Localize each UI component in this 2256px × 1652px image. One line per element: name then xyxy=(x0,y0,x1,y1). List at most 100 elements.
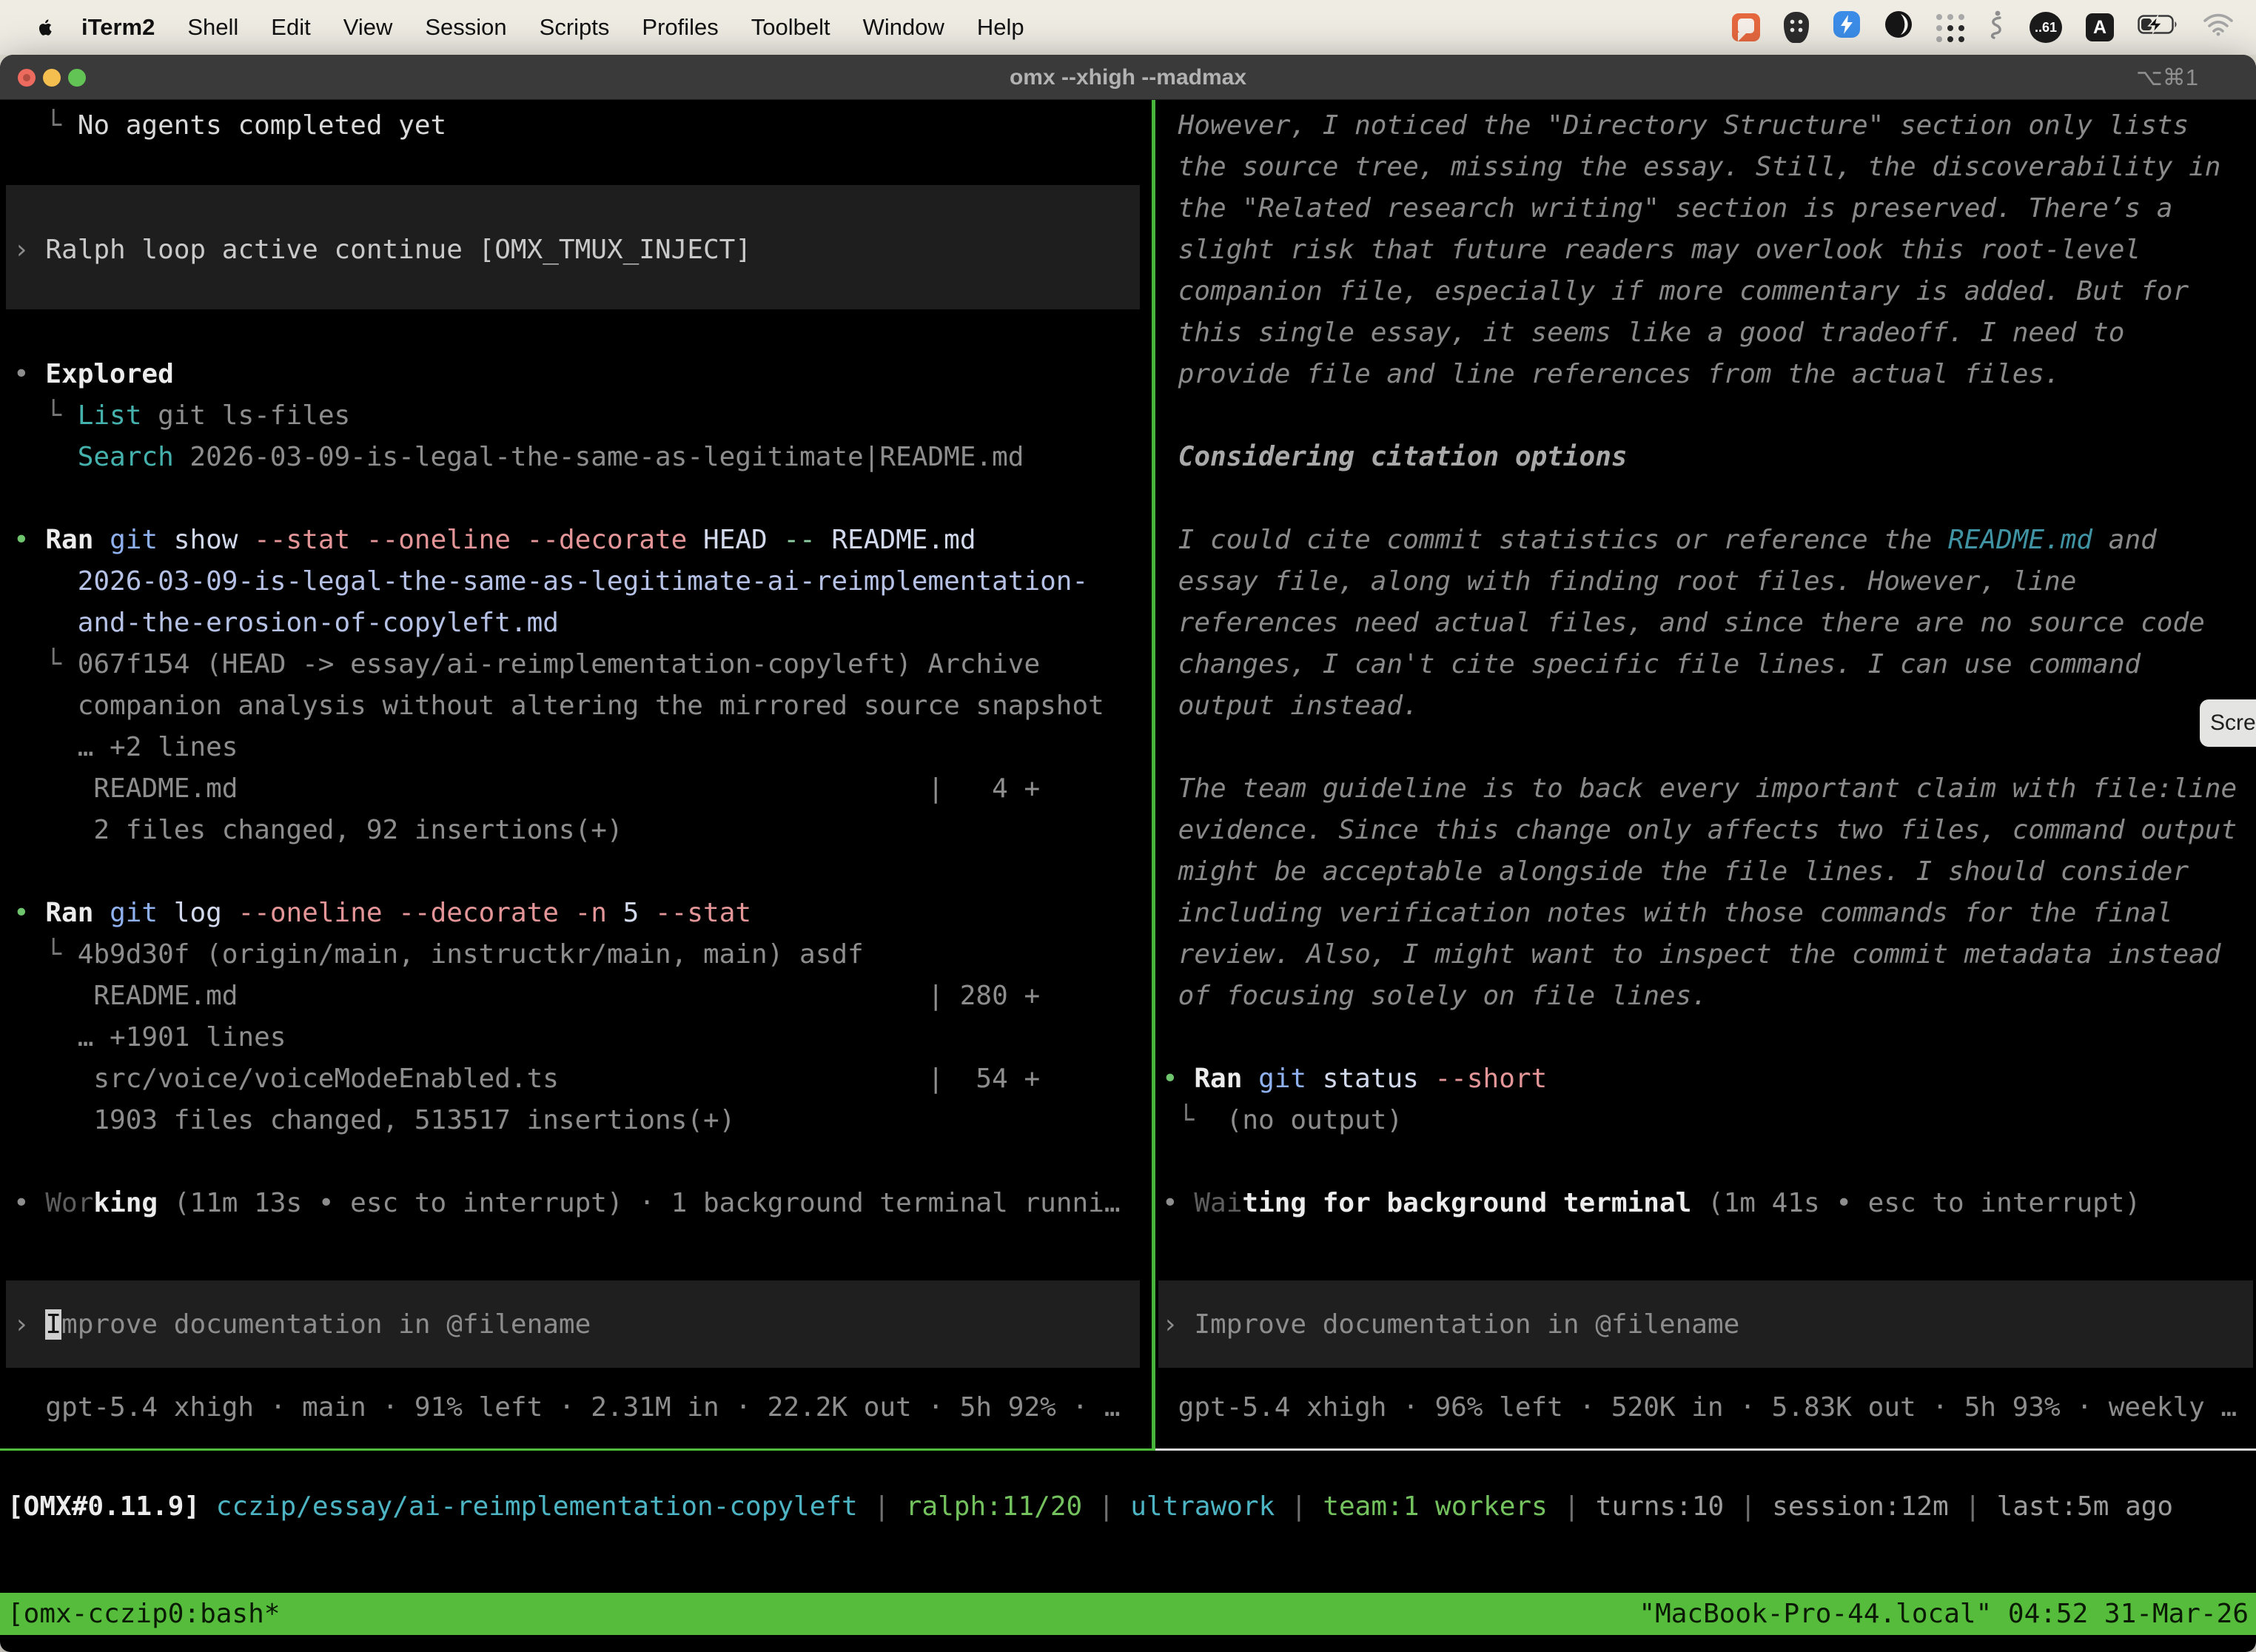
menu-item-window[interactable]: Window xyxy=(863,14,944,41)
omx-status-segment: | xyxy=(1082,1491,1130,1522)
terminal-text-line: I could cite commit statistics or refere… xyxy=(1162,520,2157,561)
menu-bar: iTerm2 Shell Edit View Session Scripts P… xyxy=(0,0,2256,55)
text-run: README.md | 4 + xyxy=(13,773,1040,804)
menu-item-view[interactable]: View xyxy=(343,14,393,41)
title-bar[interactable]: omx --xhigh --madmax ⌥⌘1 xyxy=(0,55,2256,100)
menu-item-profiles[interactable]: Profiles xyxy=(642,14,718,41)
text-run: (no output) xyxy=(1226,1105,1403,1135)
count-badge-icon[interactable]: ..61 xyxy=(2030,12,2062,43)
terminal-text-line: src/voice/voiceModeEnabled.ts | 54 + xyxy=(13,1058,1040,1100)
terminal-text-line: companion analysis without altering the … xyxy=(13,685,1104,727)
menu-item-session[interactable]: Session xyxy=(425,14,506,41)
terminal-text-line: 2026-03-09-is-legal-the-same-as-legitima… xyxy=(13,561,1088,602)
menu-item-shell[interactable]: Shell xyxy=(187,14,238,41)
text-run: Ralph loop active continue [OMX_TMUX_INJ… xyxy=(45,235,751,265)
crescent-circle-icon[interactable] xyxy=(1884,10,1913,44)
text-run: › xyxy=(1162,1309,1194,1340)
text-run: However, I noticed the "Directory Struct… xyxy=(1162,110,2189,141)
text-run: README.md | 280 + xyxy=(13,981,1040,1011)
text-run: └ xyxy=(1162,1105,1226,1135)
text-run: … +2 lines xyxy=(13,732,238,762)
iterm-window: omx --xhigh --madmax ⌥⌘1 └ No agents com… xyxy=(0,55,2256,1652)
terminal-text-line: the "Related research writing" section i… xyxy=(1162,188,2172,229)
text-run: git xyxy=(110,898,158,928)
text-run: --stat xyxy=(655,898,751,928)
text-run: 4b9d30f (origin/main, instructkr/main, m… xyxy=(78,939,864,970)
tmux-host-clock-label: "MacBook-Pro-44.local" 04:52 31-Mar-26 xyxy=(1639,1593,2249,1635)
menu-item-edit[interactable]: Edit xyxy=(271,14,310,41)
battery-icon[interactable] xyxy=(2138,14,2179,41)
text-run xyxy=(93,525,110,555)
terminal-text-line: … +1901 lines xyxy=(13,1017,286,1058)
omx-status-segment: team:1 workers xyxy=(1323,1491,1547,1522)
text-run: the "Related research writing" section i… xyxy=(1162,193,2172,224)
text-run: 2 files changed, 92 insertions(+) xyxy=(13,815,623,845)
screen: { "menu_bar": { "items": ["iTerm2","Shel… xyxy=(0,0,2256,1652)
text-run: Explored xyxy=(45,359,173,389)
text-run: › xyxy=(13,1309,45,1340)
text-run: Wai xyxy=(1194,1188,1242,1218)
menu-status-icons: ..61 A xyxy=(1732,10,2234,45)
text-run: output instead. xyxy=(1162,691,1419,721)
screen-overlay-chip[interactable]: Scre xyxy=(2200,699,2256,747)
terminal-text-line: review. Also, I might want to inspect th… xyxy=(1162,934,2220,976)
window-shortcut-badge: ⌥⌘1 xyxy=(2136,55,2198,100)
terminal-text-line: 1903 files changed, 513517 insertions(+) xyxy=(13,1100,735,1141)
omx-status-segment: | xyxy=(1548,1491,1596,1522)
terminal-text-line: companion file, especially if more comme… xyxy=(1162,271,2189,312)
menu-item-toolbelt[interactable]: Toolbelt xyxy=(751,14,830,41)
menu-item-iterm2[interactable]: iTerm2 xyxy=(81,14,155,41)
text-run: • xyxy=(13,359,45,389)
text-run: README.md xyxy=(1948,525,2092,555)
terminal-text-line: README.md | 280 + xyxy=(13,976,1040,1017)
text-run: status xyxy=(1306,1064,1434,1094)
menu-item-help[interactable]: Help xyxy=(977,14,1024,41)
a-badge-icon[interactable]: A xyxy=(2086,13,2114,41)
text-run: Ran xyxy=(1194,1064,1242,1094)
terminal-text-line: and-the-erosion-of-copyleft.md xyxy=(13,602,559,644)
text-run: └ xyxy=(13,110,78,141)
terminal-text-line: output instead. xyxy=(1162,685,1419,727)
text-run: I could cite commit statistics or refere… xyxy=(1162,525,1948,555)
text-run: king xyxy=(93,1188,158,1218)
squiggle-figure-icon[interactable] xyxy=(1987,10,2006,45)
text-run: • xyxy=(13,898,45,928)
terminal-text-line: including verification notes with those … xyxy=(1162,893,2172,934)
dots-grid-icon[interactable] xyxy=(1936,14,1963,41)
menu-item-scripts[interactable]: Scripts xyxy=(540,14,610,41)
screenshot-app-icon[interactable] xyxy=(1732,13,1760,41)
omx-status-bar: [OMX#0.11.9] cczip/essay/ai-reimplementa… xyxy=(7,1486,2173,1528)
text-run: and-the-erosion-of-copyleft.md xyxy=(13,608,559,638)
text-run: src/voice/voiceModeEnabled.ts | 54 + xyxy=(13,1064,1040,1094)
terminal-text-line: … +2 lines xyxy=(13,727,238,768)
text-run: including verification notes with those … xyxy=(1162,898,2172,928)
text-run: (1m 41s • esc to interrupt) xyxy=(1691,1188,2141,1218)
blue-bolt-badge-icon[interactable] xyxy=(1833,10,1861,44)
text-run: • xyxy=(1162,1188,1194,1218)
omx-status-segment: | xyxy=(1275,1491,1323,1522)
terminal-text-line: evidence. Since this change only affects… xyxy=(1162,810,2237,851)
text-run: No agents completed yet xyxy=(78,110,447,141)
text-run: gpt-5.4 xhigh · 96% left · 520K in · 5.8… xyxy=(1162,1392,2237,1423)
terminal-text-line: might be acceptable alongside the file l… xyxy=(1162,851,2189,893)
text-run: 5 xyxy=(607,898,655,928)
text-run: Considering citation options xyxy=(1162,442,1628,472)
text-run: this single essay, it seems like a good … xyxy=(1162,318,2124,348)
terminal-text-line: the source tree, missing the essay. Stil… xyxy=(1162,147,2220,188)
text-run xyxy=(13,442,78,472)
terminal-text-line: The team guideline is to back every impo… xyxy=(1162,768,2237,810)
apple-menu-icon[interactable] xyxy=(34,14,56,41)
shield-keypad-icon[interactable] xyxy=(1784,12,1809,43)
text-run: git xyxy=(1258,1064,1306,1094)
text-run xyxy=(93,898,110,928)
right-waiting-status: • Waiting for background terminal (1m 41… xyxy=(1162,1183,2141,1224)
omx-status-segment: session:12m xyxy=(1772,1491,1948,1522)
wifi-icon[interactable] xyxy=(2203,13,2234,42)
terminal-text-line: └ (no output) xyxy=(1162,1100,1403,1141)
omx-status-segment: ralph:11/20 xyxy=(906,1491,1082,1522)
terminal-text-line: • Explored xyxy=(13,354,174,395)
terminal-text-line: Search 2026-03-09-is-legal-the-same-as-l… xyxy=(13,437,1024,478)
pane-divider[interactable] xyxy=(1152,100,1155,1451)
terminal-text-line: └ 067f154 (HEAD -> essay/ai-reimplementa… xyxy=(13,644,1040,685)
text-run: git xyxy=(110,525,158,555)
